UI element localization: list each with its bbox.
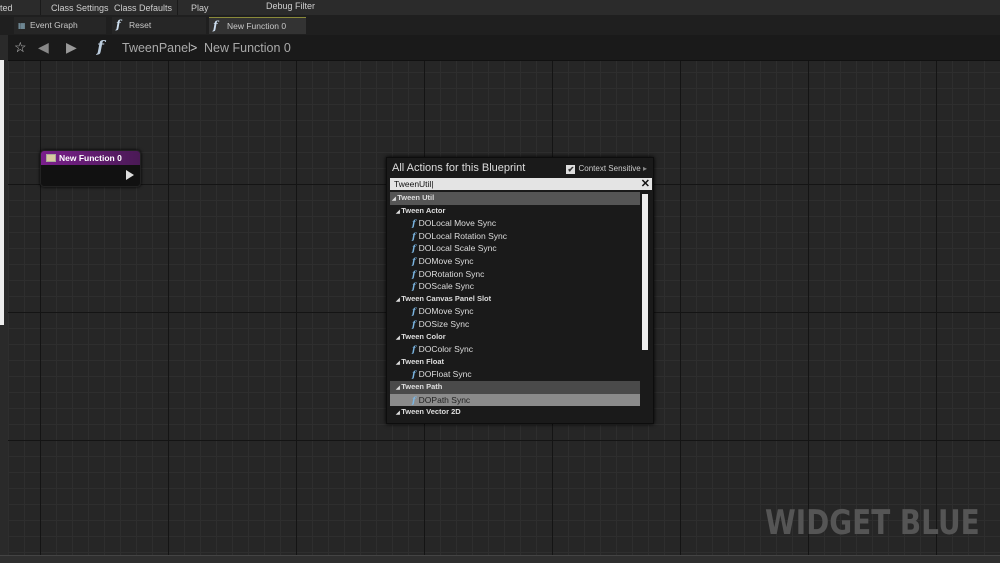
action-item[interactable]: f DOColor Sync <box>390 343 640 356</box>
actions-list: ◢ Tween Util ◢ Tween Actor f DOLocal Move S… <box>390 192 640 422</box>
back-arrow-icon[interactable]: ◀ <box>38 39 49 56</box>
toolbar-item[interactable]: ted <box>0 3 13 13</box>
action-item[interactable]: f DOLocal Move Sync <box>390 217 640 230</box>
search-value: TweenUtil <box>394 179 432 189</box>
item-label: DOPath Sync <box>418 394 471 405</box>
tab-event-graph[interactable]: ▦ Event Graph <box>14 17 106 34</box>
item-label: Tween Util <box>397 193 435 202</box>
action-category[interactable]: ◢ Tween Actor <box>390 205 640 218</box>
watermark: WIDGET BLUE <box>765 503 980 543</box>
main-toolbar: ted Class Settings Class Defaults Play D… <box>0 0 1000 15</box>
tab-label: Event Graph <box>30 20 78 30</box>
scrollbar[interactable] <box>642 194 648 350</box>
action-category[interactable]: ◢ Tween Color <box>390 331 640 344</box>
function-icon: f <box>412 256 416 267</box>
item-label: DOLocal Scale Sync <box>418 243 497 254</box>
item-label: DOMove Sync <box>418 306 474 317</box>
function-icon: f <box>412 395 416 406</box>
breadcrumb-current[interactable]: New Function 0 <box>204 41 291 55</box>
item-label: Tween Canvas Panel Slot <box>401 293 492 303</box>
node-header: New Function 0 <box>41 151 140 165</box>
item-label: Tween Float <box>401 356 445 366</box>
graph-breadcrumb-bar: ☆ ◀ ▶ f TweenPanel > New Function 0 <box>8 35 1000 61</box>
item-label: DOScale Sync <box>418 281 474 292</box>
function-icon: f <box>213 19 218 32</box>
tab-reset[interactable]: f Reset <box>112 17 206 34</box>
function-icon: f <box>412 269 416 280</box>
function-icon: f <box>412 282 416 293</box>
function-icon: f <box>97 37 104 56</box>
action-item[interactable]: f DOFloat Sync <box>390 368 640 381</box>
class-defaults-button[interactable]: Class Defaults <box>114 3 172 13</box>
panel-strip <box>0 60 4 325</box>
exec-pin-icon[interactable] <box>126 170 134 180</box>
divider <box>40 0 41 15</box>
play-button[interactable]: Play <box>191 3 209 13</box>
tab-label: New Function 0 <box>227 21 287 31</box>
checkbox-checked-icon[interactable]: ✔ <box>566 165 576 174</box>
action-item[interactable]: f DOPath Sync <box>390 393 640 407</box>
function-icon: f <box>412 319 416 330</box>
divider <box>177 0 178 15</box>
menu-title: All Actions for this Blueprint <box>392 162 526 174</box>
node-title: New Function 0 <box>59 153 122 163</box>
action-category[interactable]: ◢ Tween Canvas Panel Slot <box>390 293 640 306</box>
item-label: DOLocal Move Sync <box>418 218 497 229</box>
event-graph-icon: ▦ <box>18 20 26 30</box>
bottom-bar <box>0 555 1000 563</box>
item-label: Tween Color <box>401 331 446 341</box>
item-label: DORotation Sync <box>418 268 485 279</box>
function-icon: f <box>412 244 416 255</box>
action-item[interactable]: f DOLocal Rotation Sync <box>390 230 640 243</box>
function-icon: f <box>412 370 416 381</box>
item-label: DOFloat Sync <box>418 369 472 380</box>
action-item[interactable]: f DOSize Sync <box>390 318 640 331</box>
actions-menu: All Actions for this Blueprint ✔ Context … <box>386 157 654 424</box>
document-tabs: ▦ Event Graph f Reset f New Function 0 <box>0 15 1000 35</box>
search-input[interactable]: TweenUtil| ✕ <box>390 178 652 190</box>
action-category[interactable]: ◢ Tween Path <box>390 380 640 394</box>
function-icon: f <box>412 219 416 230</box>
function-icon: f <box>116 18 121 31</box>
left-panel-edge <box>0 35 8 555</box>
function-icon: f <box>412 345 416 356</box>
clear-search-icon[interactable]: ✕ <box>641 177 650 190</box>
context-sensitive-toggle[interactable]: ✔ Context Sensitive ▸ <box>566 164 647 174</box>
function-entry-icon <box>46 154 56 162</box>
item-label: DOMove Sync <box>418 255 474 266</box>
star-icon[interactable]: ☆ <box>14 39 27 56</box>
function-entry-node[interactable]: New Function 0 <box>40 150 141 187</box>
action-item[interactable]: f DOScale Sync <box>390 280 640 293</box>
context-sensitive-label: Context Sensitive <box>578 164 641 173</box>
action-item[interactable]: f DOMove Sync <box>390 255 640 268</box>
class-settings-button[interactable]: Class Settings <box>51 3 109 13</box>
function-icon: f <box>412 231 416 242</box>
tab-new-function-0[interactable]: f New Function 0 <box>209 17 306 34</box>
action-item[interactable]: f DOMove Sync <box>390 305 640 318</box>
action-item[interactable]: f DORotation Sync <box>390 268 640 281</box>
item-label: DOColor Sync <box>418 344 473 355</box>
breadcrumb-parent[interactable]: TweenPanel <box>122 41 191 55</box>
tab-label: Reset <box>129 20 152 30</box>
function-icon: f <box>412 307 416 318</box>
action-item[interactable]: f DOLocal Scale Sync <box>390 242 640 255</box>
action-category[interactable]: ◢ Tween Float <box>390 356 640 369</box>
debug-filter-label[interactable]: Debug Filter <box>266 1 315 11</box>
item-label: Tween Path <box>401 381 443 391</box>
arrow-right-icon: ▸ <box>642 164 647 173</box>
item-label: Tween Actor <box>401 205 446 215</box>
action-category[interactable]: ◢ Tween Util <box>390 192 640 205</box>
action-category[interactable]: ◢ Tween Vector 2D <box>390 406 640 419</box>
forward-arrow-icon[interactable]: ▶ <box>66 39 77 56</box>
item-label: DOLocal Rotation Sync <box>418 230 508 241</box>
item-label: Tween Vector 2D <box>401 407 461 417</box>
item-label: DOSize Sync <box>418 318 470 329</box>
breadcrumb-separator: > <box>190 41 198 55</box>
